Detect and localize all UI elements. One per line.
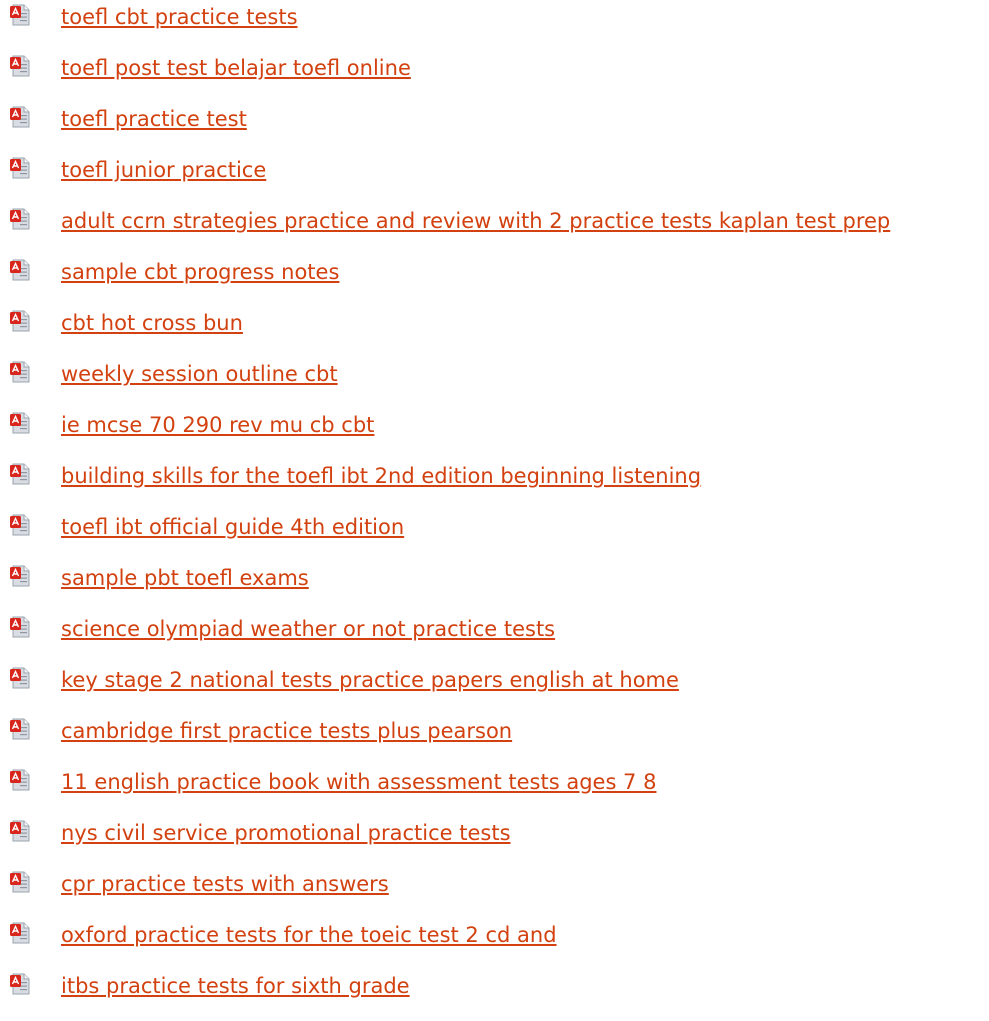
list-item: science olympiad weather or not practice… [0,612,989,663]
list-item: key stage 2 national tests practice pape… [0,663,989,714]
list-item: toefl practice test [0,102,989,153]
result-link[interactable]: cbt hot cross bun [61,309,243,337]
list-item: weekly session outline cbt [0,357,989,408]
result-link[interactable]: cpr practice tests with answers [61,870,389,898]
pdf-file-icon [10,565,30,587]
pdf-file-icon [10,871,30,893]
list-item: ie mcse 70 290 rev mu cb cbt [0,408,989,459]
pdf-file-icon [10,973,30,995]
result-link[interactable]: ie mcse 70 290 rev mu cb cbt [61,411,374,439]
list-item: cpr practice tests with answers [0,867,989,918]
pdf-file-icon [10,310,30,332]
list-item: toefl cbt practice tests [0,0,989,51]
pdf-file-icon [10,259,30,281]
result-link[interactable]: science olympiad weather or not practice… [61,615,555,643]
result-link[interactable]: oxford practice tests for the toeic test… [61,921,557,949]
list-item: toefl ibt official guide 4th edition [0,510,989,561]
list-item: adult ccrn strategies practice and revie… [0,204,989,255]
list-item: sample cbt progress notes [0,255,989,306]
result-link[interactable]: toefl cbt practice tests [61,3,298,31]
list-item: itbs practice tests for sixth grade [0,969,989,1020]
list-item: sample pbt toefl exams [0,561,989,612]
result-link[interactable]: weekly session outline cbt [61,360,338,388]
pdf-file-icon [10,922,30,944]
list-item: cbt hot cross bun [0,306,989,357]
pdf-file-icon [10,157,30,179]
result-link[interactable]: toefl post test belajar toefl online [61,54,411,82]
pdf-file-icon [10,616,30,638]
result-link[interactable]: toefl practice test [61,105,247,133]
result-link[interactable]: nys civil service promotional practice t… [61,819,511,847]
list-item: nys civil service promotional practice t… [0,816,989,867]
pdf-results-list: toefl cbt practice tests toefl post test… [0,0,989,1020]
pdf-file-icon [10,55,30,77]
list-item: cambridge first practice tests plus pear… [0,714,989,765]
result-link[interactable]: 11 english practice book with assessment… [61,768,656,796]
result-link[interactable]: building skills for the toefl ibt 2nd ed… [61,462,701,490]
pdf-file-icon [10,514,30,536]
list-item: 11 english practice book with assessment… [0,765,989,816]
pdf-file-icon [10,208,30,230]
pdf-file-icon [10,412,30,434]
result-link[interactable]: cambridge first practice tests plus pear… [61,717,512,745]
result-link[interactable]: itbs practice tests for sixth grade [61,972,410,1000]
list-item: building skills for the toefl ibt 2nd ed… [0,459,989,510]
result-link[interactable]: toefl junior practice [61,156,266,184]
pdf-file-icon [10,106,30,128]
pdf-file-icon [10,718,30,740]
pdf-file-icon [10,769,30,791]
pdf-file-icon [10,820,30,842]
list-item: oxford practice tests for the toeic test… [0,918,989,969]
list-item: toefl junior practice [0,153,989,204]
result-link[interactable]: sample cbt progress notes [61,258,339,286]
result-link[interactable]: key stage 2 national tests practice pape… [61,666,679,694]
pdf-file-icon [10,361,30,383]
result-link[interactable]: toefl ibt official guide 4th edition [61,513,404,541]
pdf-file-icon [10,4,30,26]
result-link[interactable]: adult ccrn strategies practice and revie… [61,207,890,235]
pdf-file-icon [10,667,30,689]
result-link[interactable]: sample pbt toefl exams [61,564,309,592]
pdf-file-icon [10,463,30,485]
list-item: toefl post test belajar toefl online [0,51,989,102]
